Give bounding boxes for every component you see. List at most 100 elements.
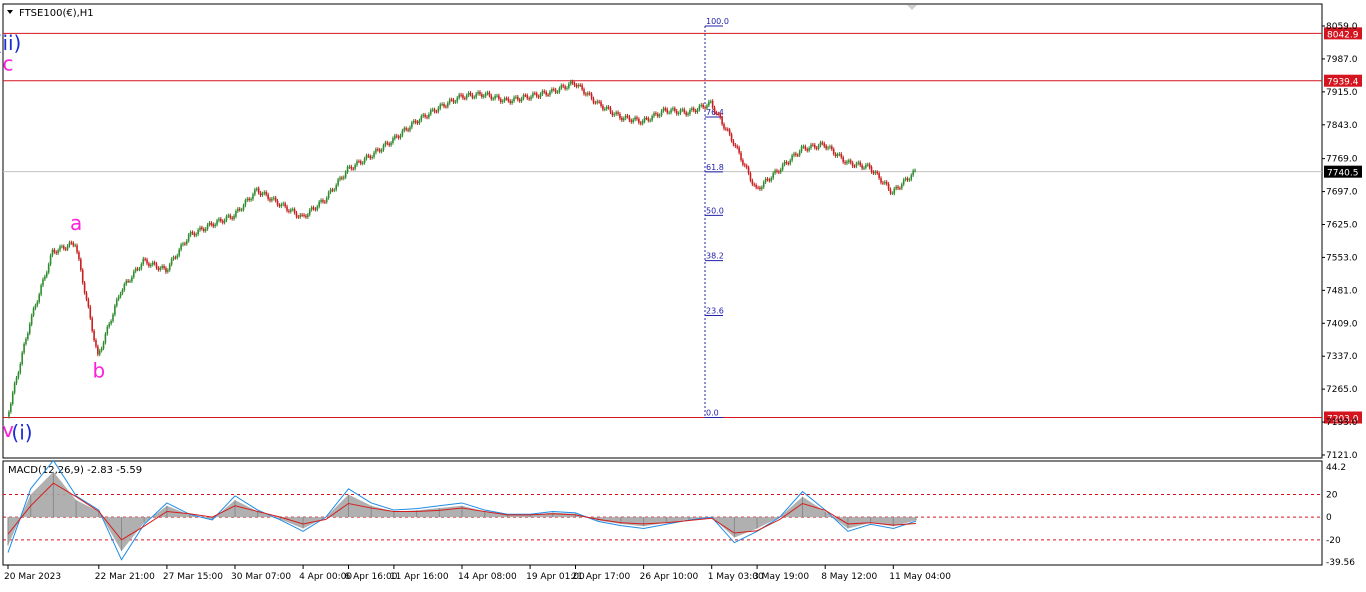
candle-body [806, 149, 809, 151]
candle-body [753, 184, 756, 186]
candle-body [144, 258, 146, 260]
candle-body [185, 240, 188, 244]
candle-body [641, 120, 644, 124]
fib-level-label: 61.8 [706, 163, 724, 172]
candle-body [27, 333, 29, 339]
candle-body [401, 130, 404, 136]
candle-body [732, 140, 735, 145]
candle-body [813, 144, 816, 148]
candle-body [827, 147, 829, 149]
candle-body [278, 205, 281, 207]
price-level-value: 7939.4 [1327, 78, 1359, 88]
candle-body [585, 93, 587, 95]
candle-body [719, 113, 722, 118]
candle-body [202, 228, 205, 231]
candle-body [462, 95, 464, 99]
candle-body [193, 233, 196, 236]
candle-body [744, 164, 746, 166]
candle-body [781, 164, 784, 170]
candle-body [115, 299, 118, 306]
price-axis-label: 7121.0 [1326, 451, 1358, 461]
candle-body [246, 198, 249, 201]
candle-body [573, 83, 576, 86]
candle-body [554, 89, 557, 93]
candle-body [726, 129, 729, 131]
macd-axis-label: -20 [1326, 536, 1341, 546]
candle-body [725, 128, 727, 130]
candle-body [526, 95, 529, 99]
candle-body [155, 263, 158, 268]
candle-body [685, 112, 687, 115]
candle-body [742, 160, 744, 165]
candle-body [454, 101, 457, 103]
candle-body [717, 113, 720, 115]
candle-body [901, 184, 903, 189]
candle-body [560, 85, 563, 89]
candle-body [297, 216, 300, 218]
candle-body [276, 200, 279, 206]
candle-body [517, 96, 519, 100]
candle-body [895, 186, 897, 189]
candle-body [914, 170, 916, 172]
fib-level-label: 100.0 [706, 17, 729, 26]
candle-body [859, 162, 861, 166]
candle-body [168, 264, 171, 271]
price-axis-label: 7915.0 [1326, 88, 1358, 98]
candle-body [568, 83, 570, 88]
candle-body [146, 259, 148, 264]
candle-body [547, 94, 549, 96]
candle-body [774, 170, 776, 174]
candle-body [549, 91, 551, 96]
candle-body [108, 323, 111, 327]
candle-body [399, 135, 402, 138]
candle-body [237, 208, 239, 212]
candle-body [142, 258, 145, 265]
candle-body [876, 171, 879, 174]
candle-body [257, 188, 260, 193]
current-price-value: 7740.5 [1327, 169, 1359, 179]
wave-label: c [3, 51, 14, 75]
candle-body [78, 252, 80, 260]
candle-body [596, 101, 599, 103]
candle-body [908, 179, 911, 181]
price-axis-label: 7481.0 [1326, 286, 1358, 296]
candle-body [842, 157, 844, 162]
candle-body [785, 161, 788, 164]
candle-body [19, 363, 22, 373]
candle-body [447, 103, 449, 107]
candle-body [762, 182, 765, 188]
candle-body [819, 142, 822, 146]
candle-body [691, 108, 693, 111]
candle-body [350, 166, 353, 169]
candle-body [863, 167, 865, 169]
candle-body [577, 84, 580, 87]
candle-body [180, 244, 182, 250]
candle-body [666, 109, 669, 113]
candle-body [259, 192, 262, 196]
candle-body [85, 292, 88, 300]
candle-body [106, 326, 109, 334]
candle-body [271, 198, 273, 201]
candle-body [883, 181, 886, 184]
candle-body [513, 97, 515, 102]
candle-body [261, 193, 264, 196]
candle-body [479, 92, 481, 95]
symbol-label: FTSE100(€),H1 [19, 8, 94, 19]
candle-body [452, 99, 455, 103]
candle-body [501, 101, 504, 103]
candle-body [564, 86, 566, 89]
candle-body [749, 173, 752, 181]
candle-body [891, 193, 894, 195]
candle-body [68, 242, 71, 246]
candle-body [390, 142, 392, 146]
candle-body [630, 120, 633, 122]
candle-body [433, 109, 436, 112]
candle-body [721, 117, 723, 125]
candle-body [320, 200, 322, 202]
candle-body [371, 156, 373, 158]
candle-body [838, 153, 841, 155]
candle-body [524, 95, 527, 97]
candle-body [467, 92, 470, 96]
candle-body [248, 198, 250, 200]
candle-body [704, 107, 706, 109]
